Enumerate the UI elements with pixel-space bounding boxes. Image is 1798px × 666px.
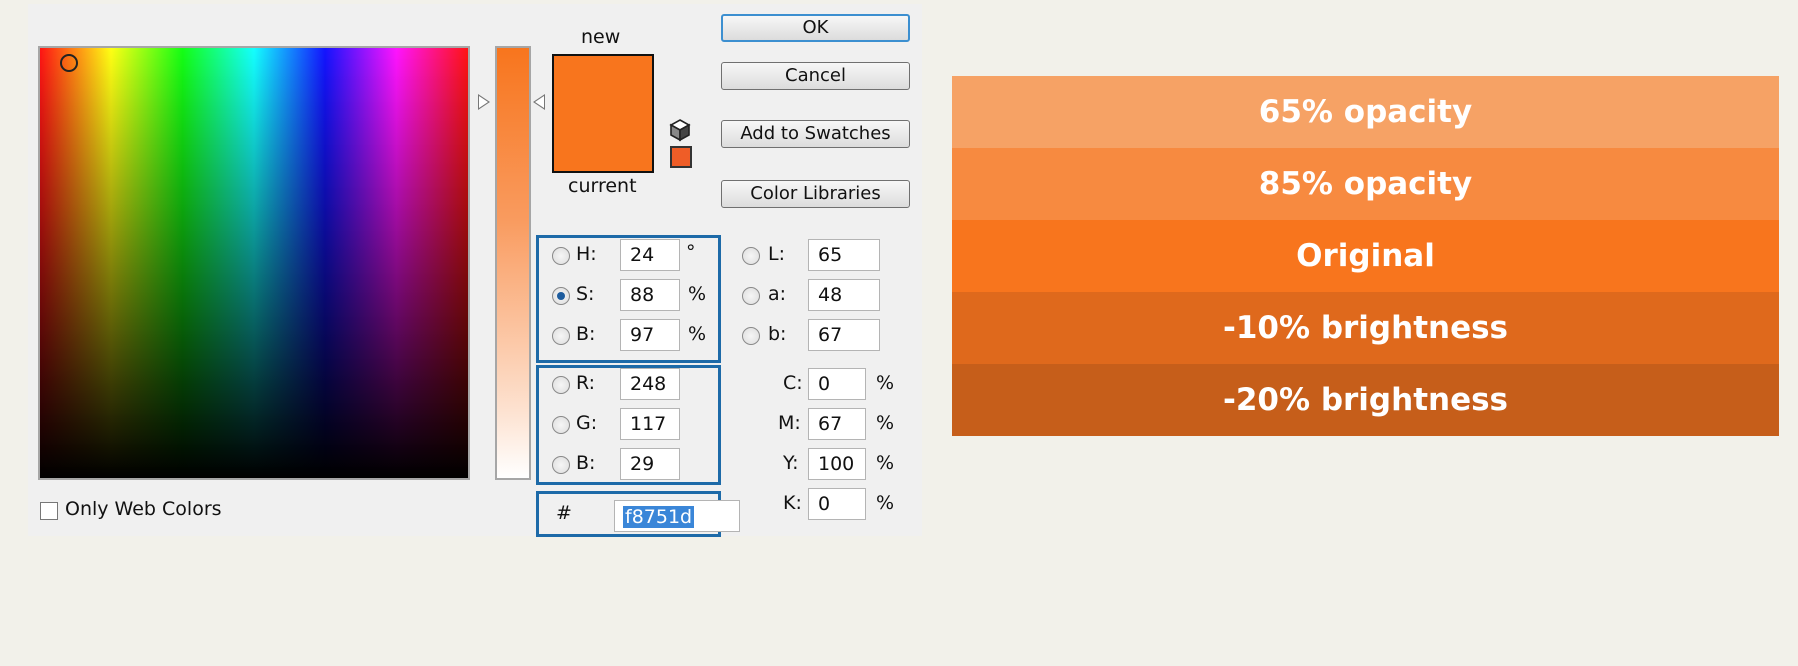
- s-label: S:: [576, 283, 595, 305]
- l-field[interactable]: 65: [808, 239, 880, 271]
- hue-saturation-slider[interactable]: [495, 46, 531, 480]
- g-label: G:: [576, 412, 598, 434]
- y-unit: %: [876, 452, 895, 474]
- rgb-b-field[interactable]: 29: [620, 448, 680, 480]
- b-field[interactable]: 97: [620, 319, 680, 351]
- rgb-b-label: B:: [576, 452, 596, 474]
- bar-label: -20% brightness: [1222, 382, 1509, 418]
- s-unit: %: [688, 283, 707, 305]
- h-field[interactable]: 24: [620, 239, 680, 271]
- r-label: R:: [576, 372, 596, 394]
- only-web-colors-label: Only Web Colors: [65, 498, 222, 520]
- c-unit: %: [876, 372, 895, 394]
- radio-h[interactable]: [552, 247, 570, 265]
- color-libraries-button[interactable]: Color Libraries: [721, 180, 910, 208]
- out-of-gamut-cube-icon[interactable]: [668, 118, 692, 142]
- add-to-swatches-button[interactable]: Add to Swatches: [721, 120, 910, 148]
- s-field[interactable]: 88: [620, 279, 680, 311]
- y-label: Y:: [783, 452, 799, 474]
- b-label: B:: [576, 323, 596, 345]
- current-label: current: [568, 175, 637, 197]
- m-unit: %: [876, 412, 895, 434]
- only-web-colors-checkbox[interactable]: [40, 502, 58, 520]
- radio-lab-b[interactable]: [742, 327, 760, 345]
- c-label: C:: [783, 372, 803, 394]
- radio-s[interactable]: [552, 287, 570, 305]
- radio-g[interactable]: [552, 416, 570, 434]
- bar-label: 65% opacity: [1258, 94, 1473, 130]
- new-current-color-swatch[interactable]: [552, 54, 654, 173]
- color-picker-dialog: new current OK Cancel Add to Swatches Co…: [28, 4, 922, 537]
- radio-r[interactable]: [552, 376, 570, 394]
- lab-b-field[interactable]: 67: [808, 319, 880, 351]
- bar-label: 85% opacity: [1258, 166, 1473, 202]
- bar-label: Original: [1296, 238, 1435, 274]
- c-field[interactable]: 0: [808, 368, 866, 400]
- bar-85-opacity: 85% opacity: [952, 148, 1779, 220]
- radio-b[interactable]: [552, 327, 570, 345]
- color-field[interactable]: [38, 46, 470, 480]
- m-field[interactable]: 67: [808, 408, 866, 440]
- slider-left-arrow-icon[interactable]: [478, 94, 490, 110]
- hex-prefix: #: [556, 502, 572, 524]
- ok-button[interactable]: OK: [721, 14, 910, 42]
- lab-b-label: b:: [768, 323, 787, 345]
- bar-minus-10-brightness: -10% brightness: [952, 292, 1779, 364]
- a-label: a:: [768, 283, 787, 305]
- cancel-button[interactable]: Cancel: [721, 62, 910, 90]
- web-safe-color-swatch[interactable]: [670, 146, 692, 168]
- m-label: M:: [778, 412, 801, 434]
- l-label: L:: [768, 243, 785, 265]
- bar-label: -10% brightness: [1222, 310, 1509, 346]
- color-variation-bars: 65% opacity 85% opacity Original -10% br…: [952, 76, 1779, 436]
- hex-field-value: f8751d: [623, 506, 695, 528]
- color-field-picker[interactable]: [60, 54, 78, 72]
- r-field[interactable]: 248: [620, 368, 680, 400]
- g-field[interactable]: 117: [620, 408, 680, 440]
- h-label: H:: [576, 243, 597, 265]
- bar-original: Original: [952, 220, 1779, 292]
- new-label: new: [581, 26, 621, 48]
- hex-field[interactable]: f8751d: [614, 500, 740, 532]
- slider-right-arrow-icon[interactable]: [533, 94, 545, 110]
- bar-minus-20-brightness: -20% brightness: [952, 364, 1779, 436]
- radio-l[interactable]: [742, 247, 760, 265]
- b-unit: %: [688, 323, 707, 345]
- k-unit: %: [876, 492, 895, 514]
- bar-65-opacity: 65% opacity: [952, 76, 1779, 148]
- radio-a[interactable]: [742, 287, 760, 305]
- a-field[interactable]: 48: [808, 279, 880, 311]
- y-field[interactable]: 100: [808, 448, 866, 480]
- radio-rgb-b[interactable]: [552, 456, 570, 474]
- k-field[interactable]: 0: [808, 488, 866, 520]
- k-label: K:: [783, 492, 802, 514]
- h-unit: °: [686, 241, 696, 263]
